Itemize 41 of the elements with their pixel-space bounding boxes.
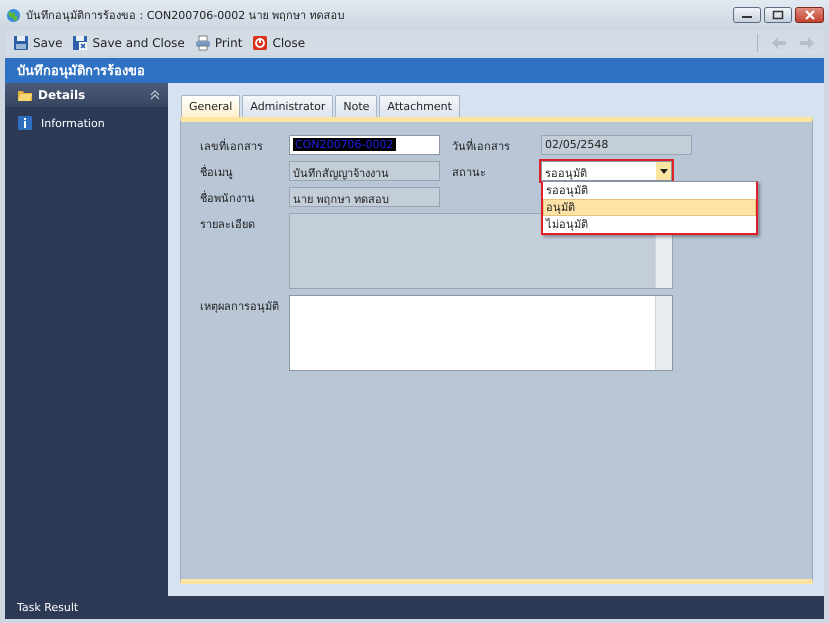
tab[interactable]: Administrator — [242, 95, 334, 117]
close-button[interactable] — [795, 7, 824, 23]
details-text-area[interactable] — [289, 213, 673, 289]
collapse-chevron-icon[interactable] — [150, 90, 160, 100]
field-label: วันที่เอกสาร — [452, 138, 511, 155]
print-button[interactable]: Print — [190, 32, 246, 54]
details-section-header[interactable]: Details — [5, 83, 168, 107]
dropdown-option[interactable]: รออนุมัติ — [543, 182, 756, 199]
power-icon — [252, 34, 268, 50]
floppy-disk-close-icon — [72, 34, 88, 50]
maximize-icon — [772, 10, 784, 20]
document-date-field[interactable]: 02/05/2548 — [541, 135, 692, 155]
status-bar-text: Task Result — [17, 601, 78, 614]
tab[interactable]: General — [181, 95, 240, 117]
close-button[interactable]: Close — [248, 32, 310, 54]
save-and-close-button[interactable]: Save and Close — [68, 32, 189, 54]
close-icon — [804, 10, 816, 20]
save-button[interactable]: Save — [9, 32, 66, 54]
info-icon — [17, 115, 33, 131]
menu-name-field[interactable]: บันทึกสัญญาจ้างงาน — [289, 161, 440, 181]
dropdown-option[interactable]: อนุมัติ — [543, 199, 756, 216]
window-title: บันทึกอนุมัติการร้องขอ : CON200706-0002 นาย พฤกษา ทดสอบ — [26, 8, 345, 24]
minimize-button[interactable] — [733, 7, 761, 23]
field-label: ชื่อพนักงาน — [200, 190, 256, 207]
field-label: เลขที่เอกสาร — [200, 138, 264, 155]
dropdown-option[interactable]: ไม่อนุมัติ — [543, 216, 756, 233]
dropdown-arrow-icon — [660, 168, 668, 174]
field-label: สถานะ — [452, 165, 487, 181]
maximize-button[interactable] — [764, 7, 792, 23]
globe-icon — [6, 8, 21, 22]
printer-icon — [194, 34, 211, 50]
sidebar-item[interactable]: Information — [5, 107, 168, 139]
employee-name-field[interactable]: นาย พฤกษา ทดสอบ — [289, 187, 440, 207]
status-dropdown[interactable]: รออนุมัติ — [541, 161, 672, 181]
tab[interactable]: Attachment — [379, 95, 460, 117]
reason-text-area[interactable] — [289, 295, 673, 371]
header-bar: บันทึกอนุมัติการร้องขอ — [5, 58, 824, 83]
tab[interactable]: Note — [335, 95, 378, 117]
field-label: รายละเอียด — [200, 217, 256, 233]
field-label: เหตุผลการอนุมัติ — [200, 299, 280, 315]
field-label: ชื่อเมนู — [200, 164, 234, 181]
